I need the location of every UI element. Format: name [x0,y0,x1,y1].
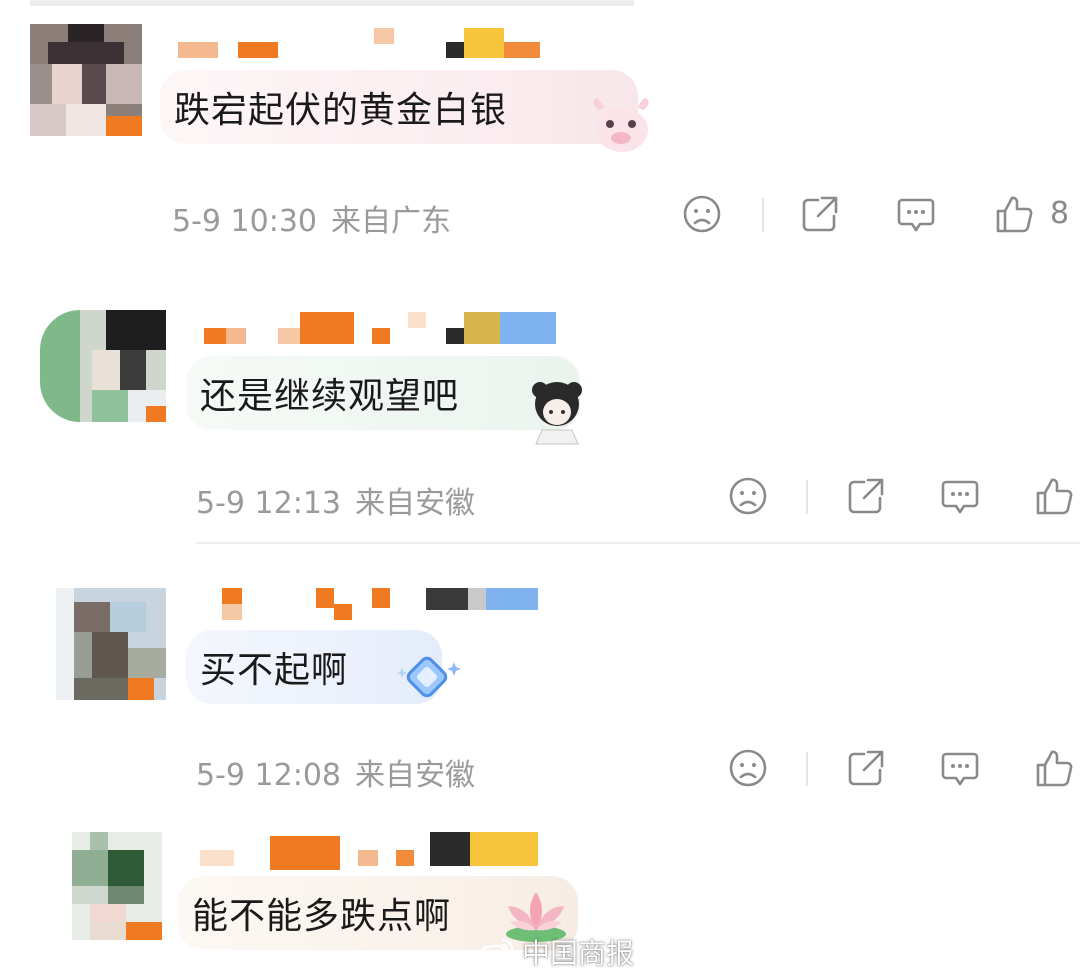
weibo-logo-icon [477,938,514,968]
comment-item: 能不能多跌点啊 [0,0,1080,979]
watermark-text: 中国商报 [522,937,635,970]
comment-text-label: 能不能多跌点啊 [192,896,452,937]
username-mosaic[interactable] [200,832,540,870]
watermark: 中国商报 [476,932,634,972]
avatar[interactable] [72,832,162,940]
